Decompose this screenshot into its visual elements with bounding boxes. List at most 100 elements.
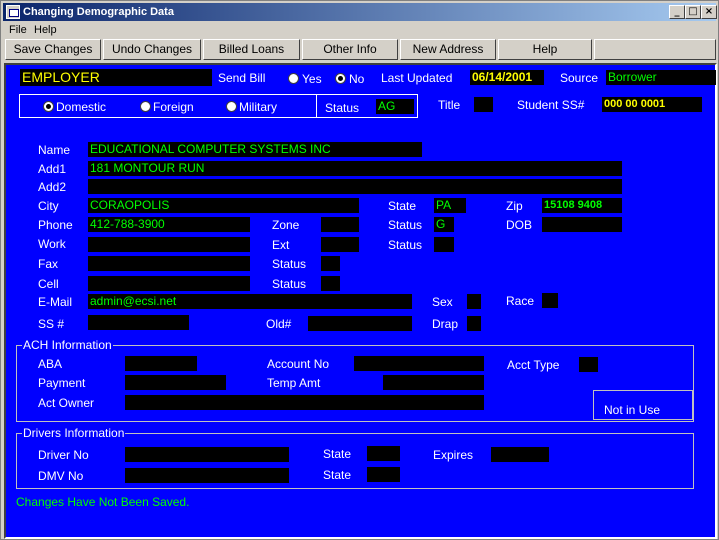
expires-label: Expires (433, 448, 474, 462)
address-status-label: Status (325, 101, 360, 115)
zone-field[interactable] (321, 217, 359, 232)
dmv-no-label: DMV No (38, 469, 84, 483)
driver-no-field[interactable] (125, 447, 289, 462)
send-bill-yes-radio[interactable] (288, 73, 299, 84)
add2-field[interactable] (88, 179, 622, 194)
name-label: Name (38, 143, 71, 157)
payment-field[interactable] (125, 375, 226, 390)
add1-label: Add1 (38, 162, 67, 176)
race-field[interactable] (542, 293, 558, 308)
driver-no-label: Driver No (38, 448, 89, 462)
city-field[interactable]: CORAOPOLIS (88, 198, 359, 213)
work-label: Work (38, 237, 66, 251)
acct-type-label: Acct Type (507, 358, 560, 372)
ach-use-status: Not in Use (604, 403, 661, 417)
act-owner-field[interactable] (125, 395, 484, 410)
domestic-label[interactable]: Domestic (56, 100, 106, 114)
billed-loans-button[interactable]: Billed Loans (203, 39, 300, 60)
driver-state-label: State (323, 447, 352, 461)
work-status-label: Status (388, 238, 423, 252)
foreign-radio[interactable] (140, 101, 151, 112)
menu-file[interactable]: File (9, 24, 27, 36)
zip-field[interactable]: 15108 9408 (542, 198, 622, 213)
fax-field[interactable] (88, 256, 250, 271)
title-bar[interactable]: Changing Demographic Data _ □ × (3, 3, 717, 21)
city-label: City (38, 199, 59, 213)
domestic-radio[interactable] (43, 101, 54, 112)
expires-field[interactable] (491, 447, 549, 462)
old-field[interactable] (308, 316, 412, 331)
ss-field[interactable] (88, 315, 189, 330)
source-value: Borrower (606, 70, 716, 85)
sex-field[interactable] (467, 294, 481, 309)
menu-bar: File Help (3, 21, 716, 38)
military-radio[interactable] (226, 101, 237, 112)
title-field[interactable] (474, 97, 493, 112)
send-bill-no-radio[interactable] (335, 73, 346, 84)
phone-status-field[interactable]: G (434, 217, 454, 232)
cell-status-field[interactable] (321, 276, 340, 291)
app-icon[interactable] (6, 5, 20, 19)
aba-field[interactable] (125, 356, 197, 371)
ext-label: Ext (272, 238, 290, 252)
record-type: EMPLOYER (20, 69, 212, 86)
account-no-field[interactable] (354, 356, 484, 371)
fax-status-field[interactable] (321, 256, 340, 271)
help-button[interactable]: Help (498, 39, 592, 60)
work-field[interactable] (88, 237, 250, 252)
ach-use-status-box: Not in Use (593, 390, 693, 420)
save-status-message: Changes Have Not Been Saved. (16, 495, 190, 509)
save-changes-button[interactable]: Save Changes (5, 39, 101, 60)
cell-field[interactable] (88, 276, 250, 291)
state-label: State (388, 199, 417, 213)
act-owner-label: Act Owner (38, 396, 95, 410)
add1-field[interactable]: 181 MONTOUR RUN (88, 161, 622, 176)
undo-changes-button[interactable]: Undo Changes (103, 39, 201, 60)
ach-group: ACH Information ABA Account No Acct Type… (16, 338, 694, 422)
foreign-label[interactable]: Foreign (153, 100, 194, 114)
name-field[interactable]: EDUCATIONAL COMPUTER SYSTEMS INC (88, 142, 422, 157)
last-updated-value: 06/14/2001 (470, 70, 544, 85)
application-window: Changing Demographic Data _ □ × File Hel… (0, 0, 719, 540)
work-status-field[interactable] (434, 237, 454, 252)
toolbar: Save Changes Undo Changes Billed Loans O… (3, 38, 716, 62)
phone-field[interactable]: 412-788-3900 (88, 217, 250, 232)
email-field[interactable]: admin@ecsi.net (88, 294, 412, 309)
send-bill-label: Send Bill (218, 71, 266, 85)
aba-label: ABA (38, 357, 63, 371)
phone-label: Phone (38, 218, 73, 232)
dob-label: DOB (506, 218, 533, 232)
cell-status-label: Status (272, 277, 307, 291)
acct-type-field[interactable] (579, 357, 598, 372)
window-title: Changing Demographic Data (23, 6, 174, 18)
dmv-state-field[interactable] (367, 467, 400, 482)
temp-amt-field[interactable] (383, 375, 484, 390)
zip-label: Zip (506, 199, 523, 213)
temp-amt-label: Temp Amt (267, 376, 321, 390)
send-bill-no-label[interactable]: No (349, 72, 364, 86)
ext-field[interactable] (321, 237, 359, 252)
dob-field[interactable] (542, 217, 622, 232)
new-address-button[interactable]: New Address (400, 39, 496, 60)
close-button[interactable]: × (701, 5, 717, 19)
other-info-button[interactable]: Other Info (302, 39, 398, 60)
student-ss-label: Student SS# (517, 98, 585, 112)
minimize-button[interactable]: _ (669, 5, 685, 19)
military-label[interactable]: Military (239, 100, 277, 114)
drivers-group: Drivers Information Driver No State Expi… (16, 426, 694, 489)
menu-help[interactable]: Help (34, 24, 57, 36)
drap-field[interactable] (467, 316, 481, 331)
maximize-button[interactable]: □ (685, 5, 701, 19)
driver-state-field[interactable] (367, 446, 400, 461)
dmv-state-label: State (323, 468, 352, 482)
ss-label: SS # (38, 317, 65, 331)
send-bill-yes-label[interactable]: Yes (302, 72, 322, 86)
ach-group-title: ACH Information (22, 338, 113, 352)
state-field[interactable]: PA (434, 198, 466, 213)
fax-status-label: Status (272, 257, 307, 271)
source-label: Source (560, 71, 599, 85)
title-label: Title (438, 98, 461, 112)
address-status-value[interactable]: AG (376, 99, 414, 114)
dmv-no-field[interactable] (125, 468, 289, 483)
payment-label: Payment (38, 376, 86, 390)
